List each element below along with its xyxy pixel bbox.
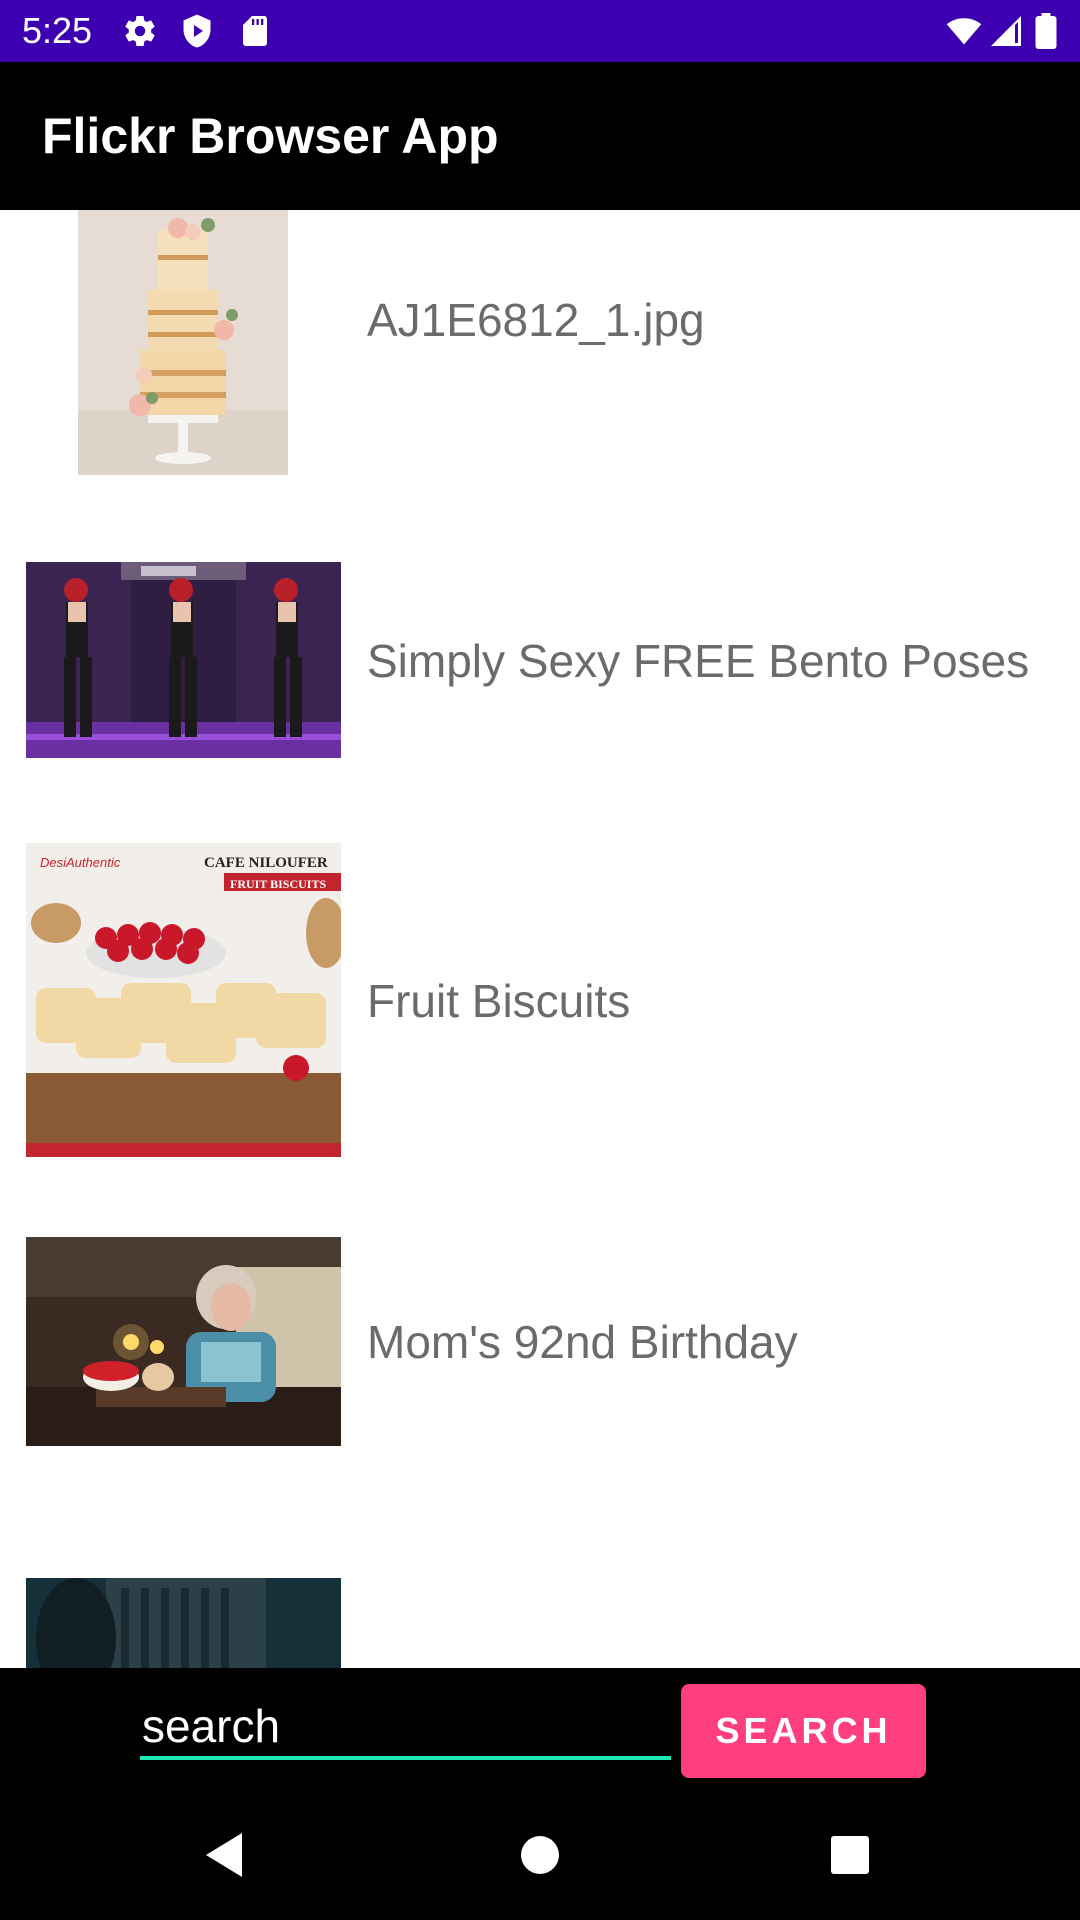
- home-icon[interactable]: [510, 1825, 570, 1885]
- photo-thumbnail[interactable]: [26, 562, 341, 758]
- list-item[interactable]: AJ1E6812_1.jpg: [0, 210, 1080, 530]
- status-bar: 5:25: [0, 0, 1080, 62]
- battery-icon: [1031, 13, 1061, 49]
- navigation-bar: [0, 1790, 1080, 1920]
- search-bar: SEARCH: [0, 1668, 1080, 1790]
- photo-thumbnail[interactable]: CAFE NILOUFER FRUIT BISCUITS DesiAuthent…: [26, 843, 341, 1157]
- photo-thumbnail[interactable]: [78, 210, 288, 475]
- search-input[interactable]: [140, 1696, 671, 1760]
- list-item[interactable]: Mom's 92nd Birthday: [0, 1237, 1080, 1446]
- svg-text:CAFE NILOUFER: CAFE NILOUFER: [204, 855, 328, 871]
- list-item[interactable]: CAFE NILOUFER FRUIT BISCUITS DesiAuthent…: [0, 843, 1080, 1157]
- signal-icon: [988, 13, 1024, 49]
- photo-title: Fruit Biscuits: [367, 975, 631, 1027]
- list-item[interactable]: Simply Sexy FREE Bento Poses: [0, 562, 1080, 758]
- photo-thumbnail[interactable]: [26, 1578, 341, 1668]
- wifi-icon: [944, 13, 984, 49]
- status-time: 5:25: [22, 10, 93, 51]
- photo-thumbnail[interactable]: [26, 1237, 341, 1446]
- photo-title: Mom's 92nd Birthday: [367, 1316, 798, 1368]
- app-title: Flickr Browser App: [42, 108, 499, 164]
- app-bar: Flickr Browser App: [0, 62, 1080, 210]
- recents-icon[interactable]: [820, 1825, 880, 1885]
- svg-text:FRUIT BISCUITS: FRUIT BISCUITS: [230, 877, 326, 891]
- photo-list[interactable]: AJ1E6812_1.jpg Simply Sexy FREE Bento Po…: [0, 210, 1080, 1668]
- back-icon[interactable]: [196, 1825, 256, 1885]
- list-item[interactable]: [0, 1578, 1080, 1668]
- search-button[interactable]: SEARCH: [681, 1684, 926, 1778]
- svg-text:DesiAuthentic: DesiAuthentic: [40, 855, 121, 870]
- sd-card-icon: [237, 13, 273, 49]
- photo-title: Simply Sexy FREE Bento Poses: [367, 635, 1030, 687]
- photo-title: AJ1E6812_1.jpg: [367, 294, 705, 346]
- gear-icon: [122, 13, 158, 49]
- shield-play-icon: [179, 13, 215, 49]
